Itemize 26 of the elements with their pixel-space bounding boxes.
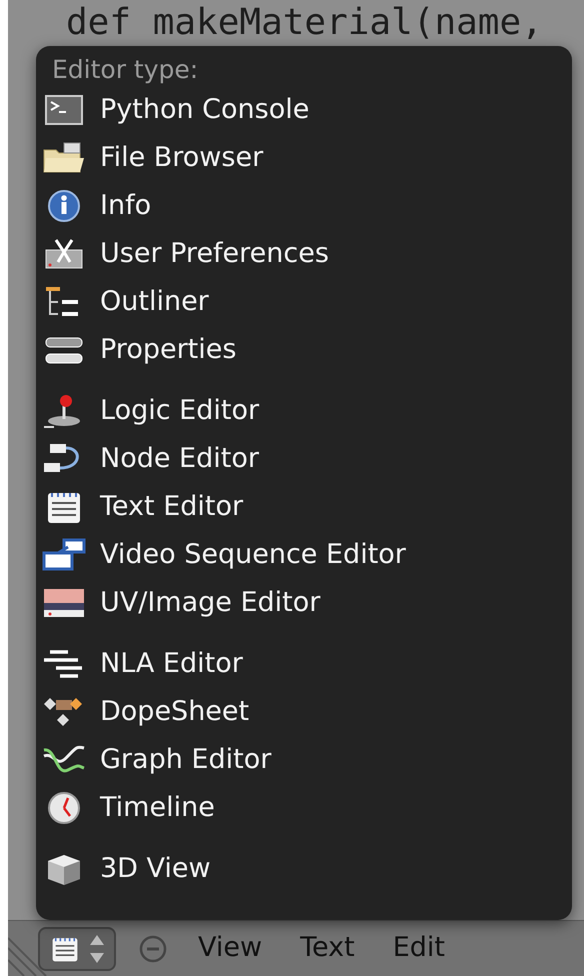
menu-item[interactable]: DopeSheet bbox=[100, 692, 250, 732]
menu-item[interactable]: Graph Editor bbox=[100, 740, 272, 780]
menu-item[interactable]: Logic Editor bbox=[100, 390, 260, 432]
menu-item[interactable]: Video Sequence Editor bbox=[100, 534, 406, 576]
menu-item[interactable]: Timeline bbox=[100, 788, 215, 828]
menu-item[interactable]: Properties bbox=[100, 330, 236, 370]
menu-item[interactable]: Outliner bbox=[100, 282, 209, 322]
menu-item[interactable]: NLA Editor bbox=[100, 644, 243, 684]
collapse-icon[interactable] bbox=[138, 934, 168, 964]
menu-item[interactable]: File Browser bbox=[100, 138, 264, 178]
console-icon bbox=[42, 92, 86, 128]
menu-item[interactable]: Node Editor bbox=[100, 438, 259, 480]
menu-item[interactable]: Info bbox=[100, 186, 152, 226]
menu-item[interactable]: 3D View bbox=[100, 848, 211, 890]
menu-item[interactable]: UV/Image Editor bbox=[100, 582, 320, 624]
film-strip-icon bbox=[42, 537, 86, 573]
menu-item[interactable]: User Preferences bbox=[100, 234, 329, 274]
menu-item[interactable]: Text Editor bbox=[100, 486, 244, 528]
code-line: def makeMaterial(name, bbox=[66, 2, 544, 44]
header-menu[interactable]: View bbox=[190, 928, 270, 969]
header-menu[interactable]: Text bbox=[292, 928, 363, 969]
editor-type-button[interactable] bbox=[38, 926, 116, 970]
menu-title: Editor type: bbox=[51, 54, 200, 86]
menu-item[interactable]: Python Console bbox=[100, 90, 310, 130]
header-menu[interactable]: Edit bbox=[384, 928, 453, 969]
corner-grip-icon[interactable] bbox=[8, 936, 48, 976]
